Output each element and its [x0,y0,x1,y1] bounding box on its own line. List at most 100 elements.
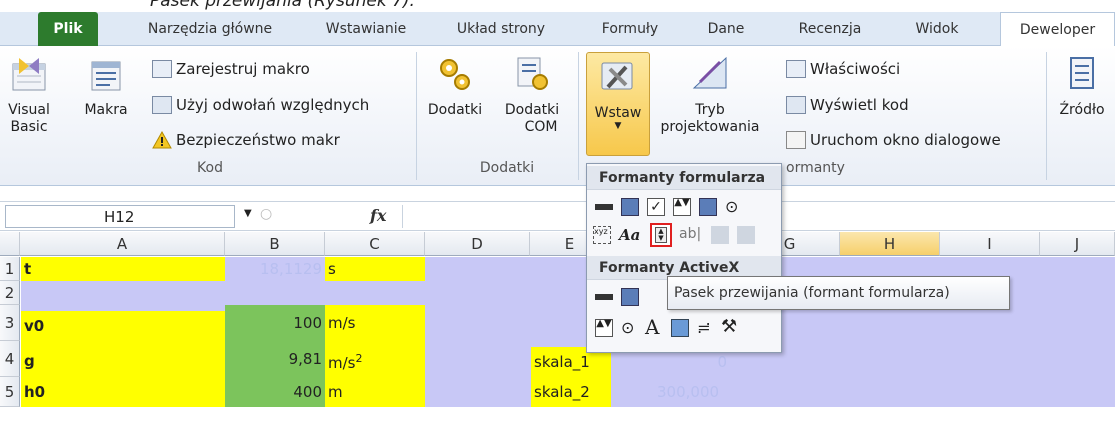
tab-recenzja[interactable]: Recenzja [786,12,874,46]
cell-b3[interactable]: 100 [225,305,325,341]
cell-f5[interactable]: 300,000 [654,377,744,407]
activex-label-icon[interactable]: A [645,317,663,337]
combo-list-edit-control-icon[interactable] [711,226,729,244]
column-header-h[interactable]: H [840,232,940,256]
cell-a1[interactable]: t [21,257,225,281]
dodatki-com-label-2: COM [524,119,558,135]
label-control-icon[interactable]: Aa [619,226,640,244]
formula-bar-separator-icon: ○ [260,206,273,222]
insert-function-icon[interactable]: fx [370,206,386,225]
document-caption: Pasek przewijania (Rysunek 7). [150,0,415,11]
cell-b5[interactable]: 400 [225,377,325,407]
name-box-dropdown-icon[interactable]: ▼ [244,208,252,219]
column-header-d[interactable]: D [425,232,530,256]
kod-group-label: Kod [197,160,223,176]
makra-label: Makra [84,102,128,118]
zarejestruj-makro-button[interactable]: Zarejestruj makro [152,58,310,80]
cell-a4[interactable]: g [21,341,225,377]
wlasciwosci-button[interactable]: Właściwości [786,58,900,80]
zrodlo-button[interactable]: Źródło [1052,50,1112,156]
spreadsheet-grid: A B C D E F G H I J 1 2 3 4 5 t 18,1129 … [0,232,1115,433]
tab-plik[interactable]: Plik [38,12,98,46]
row-header-1[interactable]: 1 [0,257,20,281]
cell-a5[interactable]: h0 [21,377,225,407]
activex-option-icon[interactable]: ⊙ [621,319,639,337]
visual-basic-button[interactable]: Visual Basic [0,50,58,156]
group-box-control-icon[interactable]: xyz [593,226,611,244]
scroll-bar-tooltip: Pasek przewijania (formant formularza) [667,276,1010,310]
group-separator [1046,52,1047,180]
cell-c3[interactable]: m/s [325,305,425,341]
tryb-label-1: Tryb [695,102,725,118]
visual-basic-icon [12,58,46,91]
dodatki-button[interactable]: Dodatki [424,50,486,156]
ribbon-tab-bar: Plik Narzędzia główne Wstawianie Układ s… [0,12,1115,47]
dodatki-group-label: Dodatki [479,160,535,176]
column-header-i[interactable]: I [940,232,1040,256]
tab-dane[interactable]: Dane [696,12,756,46]
activex-button-icon[interactable] [595,294,613,300]
design-mode-icon [692,56,727,89]
properties-icon [786,60,806,78]
select-all-corner[interactable] [0,232,20,256]
wstaw-dropdown-menu: Formanty formularza ✓ ▲▼ ⊙ xyz Aa ▲ ▼ ab|… [586,163,782,353]
relative-references-icon [152,96,172,114]
button-control-icon[interactable] [595,204,613,210]
combo-box-control-icon[interactable] [621,198,639,216]
cell-b1[interactable]: 18,1129 [225,257,325,281]
uzyj-odwolan-label: Użyj odwołań względnych [176,96,370,114]
bezpieczenstwo-makr-button[interactable]: Bezpieczeństwo makr [152,129,340,151]
name-box[interactable]: H12 [5,205,235,228]
column-header-c[interactable]: C [325,232,425,256]
source-icon [1070,57,1094,89]
column-header-j[interactable]: J [1040,232,1115,256]
view-code-icon [786,96,806,114]
cell-a3[interactable]: v0 [21,311,225,341]
makra-button[interactable]: Makra [82,50,130,156]
tab-narzedzia-glowne[interactable]: Narzędzia główne [118,12,302,46]
tab-widok[interactable]: Widok [904,12,970,46]
column-header-b[interactable]: B [225,232,325,256]
wstaw-button[interactable]: Wstaw ▼ [586,52,650,156]
visual-basic-label: Visual Basic [8,102,50,135]
cell-c1[interactable]: s [325,257,425,281]
cell-c5[interactable]: m [325,377,425,407]
option-button-control-icon[interactable]: ⊙ [725,198,743,216]
activex-image-icon[interactable] [671,319,689,337]
spin-button-control-icon[interactable]: ▲▼ [673,198,691,216]
wstaw-label: Wstaw [594,105,642,121]
wyswietl-kod-label: Wyświetl kod [810,96,909,114]
cell-b4[interactable]: 9,81 [225,341,325,377]
uzyj-odwolan-wzglednych-button[interactable]: Użyj odwołań względnych [152,94,369,116]
row-header-3[interactable]: 3 [0,305,20,341]
activex-toggle-icon[interactable]: ≓ [697,319,715,337]
text-field-control-icon[interactable]: ab| [679,226,707,244]
com-addins-icon [517,57,548,90]
activex-spin-icon[interactable]: ▲▼ [595,319,613,337]
column-header-a[interactable]: A [20,232,225,256]
group-separator [416,52,417,180]
tab-deweloper[interactable]: Deweloper [1000,12,1115,47]
checkbox-control-icon[interactable]: ✓ [647,198,665,216]
wyswietl-kod-button[interactable]: Wyświetl kod [786,94,909,116]
tools-icon [601,62,633,90]
more-controls-icon[interactable]: ⚒ [721,317,739,337]
list-box-control-icon[interactable] [699,198,717,216]
cell-e5[interactable]: skala_2 [531,377,611,407]
combo-dropdown-edit-control-icon[interactable] [737,226,755,244]
tryb-projektowania-button[interactable]: Tryb projektowania [654,50,766,156]
cell-c4[interactable]: m/s2 [325,341,425,377]
tab-uklad-strony[interactable]: Układ strony [442,12,560,46]
dodatki-com-label-1: Dodatki [504,102,560,118]
tab-wstawianie[interactable]: Wstawianie [308,12,424,46]
chevron-down-icon: ▼ [614,121,622,131]
scroll-bar-control-icon[interactable]: ▲ ▼ [650,223,672,247]
row-header-4[interactable]: 4 [0,341,20,377]
uruchom-okno-dialogowe-button[interactable]: Uruchom okno dialogowe [786,129,1001,151]
row-header-2[interactable]: 2 [0,281,20,305]
tab-formuly[interactable]: Formuły [586,12,674,46]
activex-combo-icon[interactable] [621,288,639,306]
uruchom-label: Uruchom okno dialogowe [810,131,1001,149]
row-header-5[interactable]: 5 [0,377,20,407]
dodatki-com-button[interactable]: Dodatki COM [496,50,568,156]
